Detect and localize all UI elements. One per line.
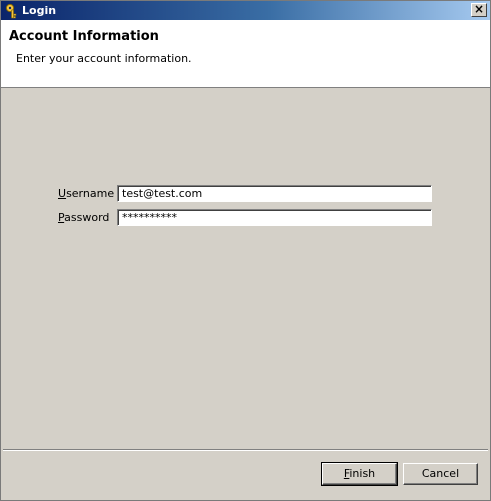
- username-mnemonic: U: [58, 187, 67, 200]
- login-dialog: Login × Account Information Enter your a…: [0, 0, 491, 501]
- password-field[interactable]: [117, 209, 432, 226]
- page-description: Enter your account information.: [16, 52, 192, 65]
- username-label: Username: [58, 187, 114, 200]
- finish-button[interactable]: Finish: [321, 462, 398, 486]
- page-title: Account Information: [9, 29, 159, 44]
- password-label: Password: [58, 211, 109, 224]
- button-bar-separator: [3, 449, 488, 451]
- close-button[interactable]: ×: [471, 2, 487, 17]
- wizard-header: Account Information Enter your account i…: [1, 20, 490, 88]
- cancel-label: Cancel: [421, 467, 460, 480]
- key-icon: [5, 3, 17, 19]
- username-field[interactable]: [117, 185, 432, 202]
- window-title: Login: [22, 4, 57, 17]
- close-icon: ×: [473, 2, 485, 16]
- username-label-text: sername: [66, 187, 115, 200]
- cancel-button[interactable]: Cancel: [403, 463, 478, 485]
- password-label-text: assword: [64, 211, 110, 224]
- finish-label: inish: [349, 467, 376, 480]
- title-bar[interactable]: Login ×: [1, 1, 490, 20]
